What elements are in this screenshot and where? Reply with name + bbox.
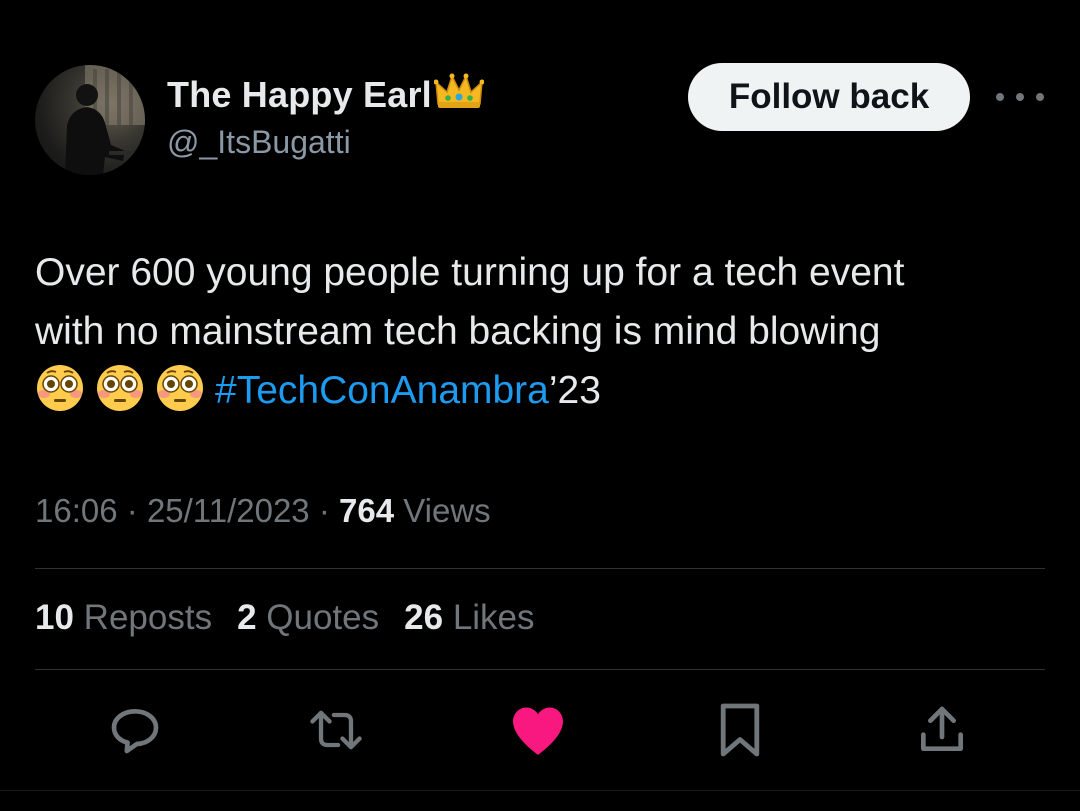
likes-stat[interactable]: 26 Likes [404,598,534,638]
author-handle[interactable]: @_ItsBugatti [167,124,351,161]
bookmark-icon[interactable] [710,700,770,760]
more-dot [1016,93,1024,101]
tweet-date[interactable]: 25/11/2023 [147,492,310,529]
tweet-text-line-1: Over 600 young people turning up for a t… [35,251,905,294]
hashtag-link[interactable]: #TechConAnambra [215,369,549,412]
views-count: 764 [339,492,395,529]
flushed-face-emoji [95,363,145,430]
author-name-row[interactable]: The Happy Earl [167,73,485,116]
crown-icon [433,70,485,115]
bottom-edge [0,790,1080,811]
likes-label: Likes [452,598,535,637]
views-label: Views [403,492,491,529]
author-display-name[interactable]: The Happy Earl [167,74,432,116]
tweet-meta: 16:06 · 25/11/2023 · 764 Views [35,492,491,530]
reposts-label: Reposts [83,598,213,637]
tweet-text-suffix: ’23 [548,369,601,412]
flushed-face-emoji [35,363,85,430]
reply-icon[interactable] [105,700,165,760]
repost-icon[interactable] [306,700,366,760]
divider [35,669,1045,670]
engagement-stats: 10 Reposts 2 Quotes 26 Likes [35,598,560,638]
quotes-stat[interactable]: 2 Quotes [237,598,379,638]
meta-separator: · [126,492,138,529]
more-dot [996,93,1004,101]
tweet-text-line-3: #TechConAnambra’23 [35,361,1045,430]
reposts-stat[interactable]: 10 Reposts [35,598,212,638]
meta-separator: · [318,492,330,529]
quotes-count: 2 [237,598,257,637]
tweet-text-line-2: with no mainstream tech backing is mind … [35,310,881,353]
reposts-count: 10 [35,598,74,637]
tweet-text: Over 600 young people turning up for a t… [35,243,1045,430]
heart-icon[interactable] [508,700,568,760]
likes-count: 26 [404,598,444,637]
more-dot [1036,93,1044,101]
tweet-time[interactable]: 16:06 [35,492,118,529]
avatar[interactable] [35,65,145,175]
more-options-icon[interactable] [996,83,1044,111]
divider [35,568,1045,569]
quotes-label: Quotes [266,598,380,637]
follow-back-button[interactable]: Follow back [688,63,970,131]
flushed-face-emoji [155,363,205,430]
share-icon[interactable] [912,700,972,760]
